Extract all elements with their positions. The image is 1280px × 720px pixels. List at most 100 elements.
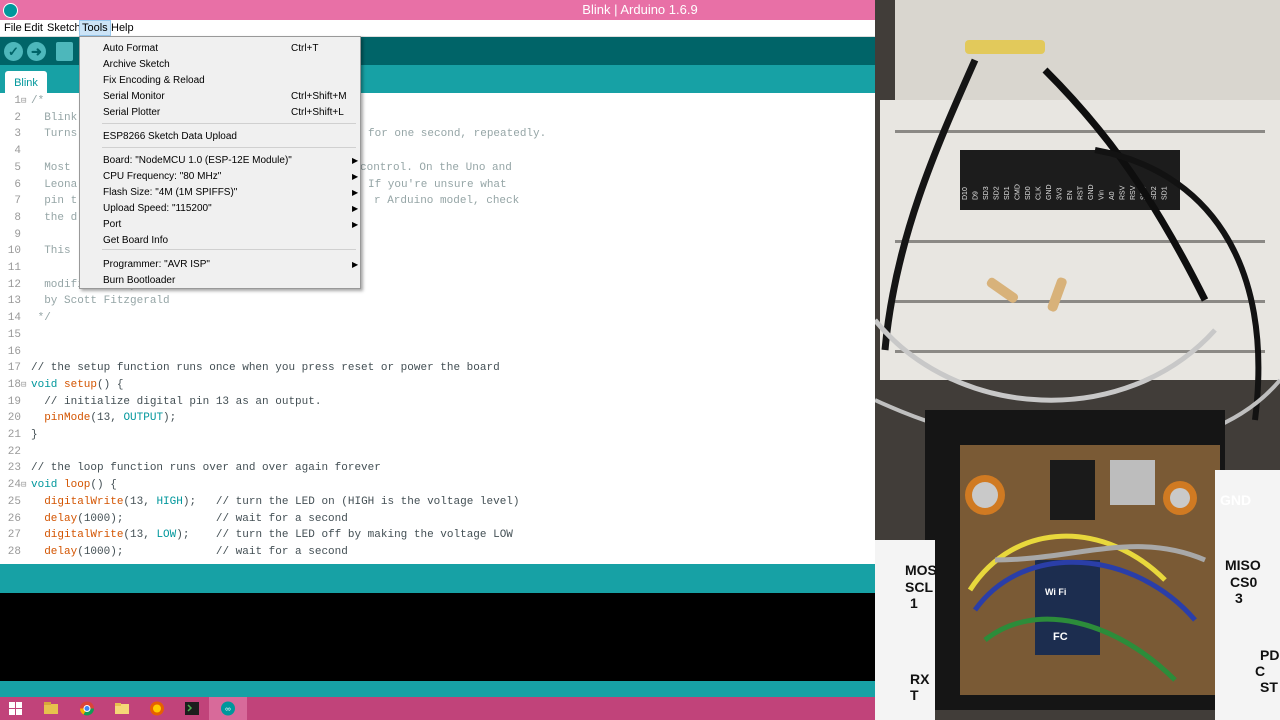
code-token: pin t: [31, 195, 78, 208]
code-line: 15: [0, 327, 875, 344]
code-text: Turns for one second, repeatedly.: [31, 126, 546, 143]
board-silkscreen-label: MOS: [905, 562, 937, 578]
breadboard-pin-label: GND: [1046, 184, 1053, 200]
code-text: delay(1000); // wait for a second: [31, 544, 348, 561]
fold-toggle-icon[interactable]: ⊟: [21, 93, 26, 110]
line-number: 20: [7, 412, 21, 425]
verify-icon[interactable]: ✓: [4, 42, 23, 61]
code-text: Blink: [31, 110, 77, 127]
line-number: 10: [7, 245, 21, 258]
code-token: OUTPUT: [123, 412, 164, 425]
line-number: 4: [14, 145, 21, 158]
menu-item-label: Get Board Info: [103, 235, 169, 246]
menu-item-shortcut: Ctrl+T: [291, 43, 319, 54]
breadboard-pin-label: RST: [1078, 185, 1085, 200]
fold-toggle-icon[interactable]: ⊟: [21, 377, 26, 394]
menu-edit[interactable]: Edit: [22, 21, 45, 35]
menu-item-label: Serial Monitor: [103, 91, 165, 102]
breadboard-pin-label: A0: [1109, 191, 1116, 200]
file-explorer-icon[interactable]: [42, 700, 60, 717]
submenu-arrow-icon: ▶: [352, 172, 359, 181]
code-token: for one second, repeatedly.: [368, 128, 547, 141]
board-silkscreen-label: MISO: [1225, 557, 1261, 573]
code-text: This: [31, 243, 70, 260]
menu-tools[interactable]: Tools: [79, 20, 111, 36]
breadboard-pin-label: CMD: [1015, 184, 1022, 200]
tools-menu-item[interactable]: Fix Encoding & Reload: [80, 73, 360, 89]
code-token: digitalWrite: [31, 495, 124, 508]
code-token: Leona: [31, 178, 78, 191]
code-token: by Scott Fitzgerald: [31, 295, 170, 308]
windows-start-icon[interactable]: [7, 700, 25, 717]
code-text: pin t r Arduino model, check: [31, 193, 519, 210]
breadboard-pin-label: GND: [1088, 184, 1095, 200]
menu-file[interactable]: File: [2, 21, 24, 35]
line-number: 7: [14, 195, 21, 208]
line-number: 11: [7, 262, 21, 274]
tools-menu-item[interactable]: Board: "NodeMCU 1.0 (ESP-12E Module)" ▶: [80, 153, 360, 169]
menu-help[interactable]: Help: [109, 21, 136, 35]
breadboard-pin-label: D10: [962, 187, 969, 200]
tools-menu-item[interactable]: Port ▶: [80, 217, 360, 233]
code-text: // initialize digital pin 13 as an outpu…: [31, 394, 321, 411]
code-text: digitalWrite(13, HIGH); // turn the LED …: [31, 494, 519, 511]
tab-blink[interactable]: Blink: [5, 71, 47, 93]
code-token: () {: [97, 378, 124, 391]
code-line: 24 ⊟ void loop() {: [0, 477, 875, 494]
tools-menu-item[interactable]: Burn Bootloader: [80, 273, 360, 289]
code-token: // initialize digital pin 13 as an outpu…: [31, 395, 322, 408]
code-line: 16: [0, 344, 875, 361]
code-text: pinMode(13, OUTPUT);: [31, 410, 176, 427]
line-number: 12: [7, 278, 21, 291]
code-line: 18 ⊟ void setup() {: [0, 377, 875, 394]
code-text: Most control. On the Uno and: [31, 160, 512, 177]
breadboard-pin-label: SD2: [1151, 186, 1158, 200]
tools-menu-item[interactable]: Upload Speed: "115200" ▶: [80, 201, 360, 217]
submenu-arrow-icon: ▶: [352, 188, 359, 197]
code-line: 27 digitalWrite(13, LOW); // turn the LE…: [0, 527, 875, 544]
tools-menu-item[interactable]: Programmer: "AVR ISP" ▶: [80, 257, 360, 273]
new-sketch-icon[interactable]: [56, 42, 73, 61]
menu-separator: [102, 249, 356, 250]
tools-menu-item[interactable]: Serial Plotter Ctrl+Shift+L: [80, 105, 360, 121]
firefox-icon[interactable]: [148, 700, 166, 717]
arduino-taskbar-icon[interactable]: ∞: [219, 700, 237, 717]
folder-icon[interactable]: [113, 700, 131, 717]
board-silkscreen-label: Wi Fi: [1045, 587, 1066, 597]
upload-icon[interactable]: ➜: [27, 42, 46, 61]
code-token: void: [31, 378, 58, 391]
menu-sketch[interactable]: Sketch: [45, 21, 83, 35]
line-number: 19: [7, 395, 21, 408]
breadboard-pin-label: EN: [1067, 190, 1074, 200]
code-line: 17 // the setup function runs once when y…: [0, 360, 875, 377]
tools-menu-item[interactable]: ESP8266 Sketch Data Upload: [80, 129, 360, 145]
terminal-icon[interactable]: [183, 700, 201, 717]
menu-separator: [102, 123, 356, 124]
line-number: 2: [14, 111, 21, 124]
breadboard-pin-label: SD3: [983, 186, 990, 200]
tools-menu-item[interactable]: Serial Monitor Ctrl+Shift+M: [80, 89, 360, 105]
tools-menu-item[interactable]: CPU Frequency: "80 MHz" ▶: [80, 169, 360, 185]
code-line: 28 delay(1000); // wait for a second: [0, 544, 875, 561]
code-text: the d: [31, 210, 77, 227]
tools-menu-item[interactable]: Get Board Info: [80, 233, 360, 249]
fold-toggle-icon[interactable]: ⊟: [21, 477, 26, 494]
code-token: // the loop function runs over and over …: [31, 462, 381, 475]
line-number: 3: [14, 128, 21, 141]
code-text: void setup() {: [31, 377, 123, 394]
menu-item-label: Flash Size: "4M (1M SPIFFS)": [103, 187, 238, 198]
console-output: [0, 593, 875, 681]
line-number: 22: [7, 445, 21, 458]
board-silkscreen-label: C: [1255, 663, 1265, 679]
line-number: 28: [7, 545, 21, 558]
tools-menu-item[interactable]: Auto Format Ctrl+T: [80, 41, 360, 57]
line-number: 27: [7, 529, 21, 542]
tools-menu-item[interactable]: Archive Sketch: [80, 57, 360, 73]
chrome-icon[interactable]: [78, 700, 96, 717]
board-silkscreen-label: 3: [1235, 590, 1243, 606]
board-silkscreen-label: GND: [1220, 492, 1251, 508]
tools-menu-item[interactable]: Flash Size: "4M (1M SPIFFS)" ▶: [80, 185, 360, 201]
line-number: 5: [14, 161, 21, 174]
code-token: delay: [31, 512, 78, 525]
board-silkscreen-label: T: [910, 687, 919, 703]
